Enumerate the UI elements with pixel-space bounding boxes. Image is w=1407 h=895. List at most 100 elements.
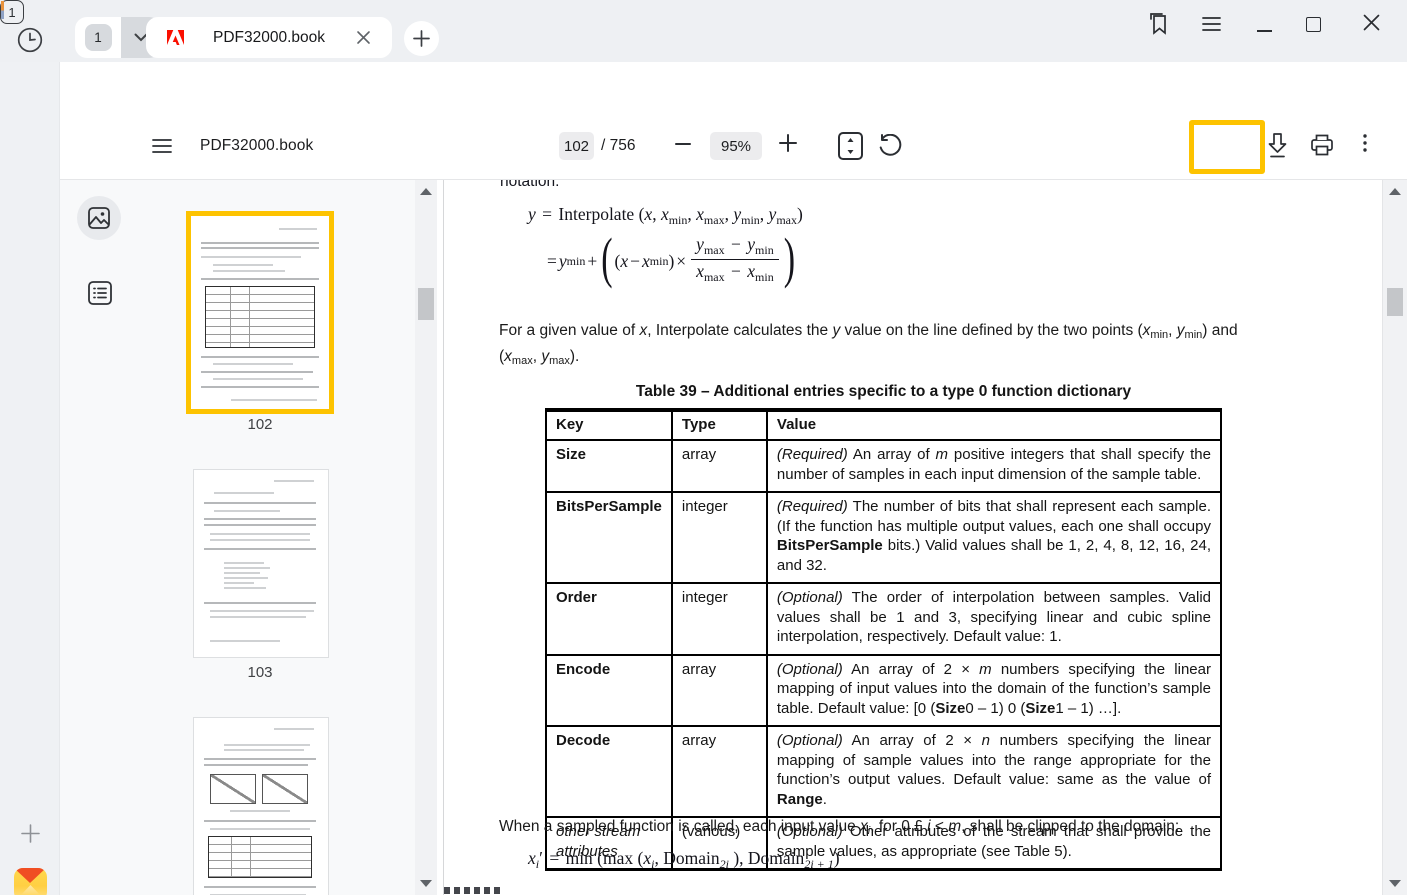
table-39-caption: Table 39 – Additional entries specific t… bbox=[545, 383, 1222, 401]
text-segment: n bbox=[982, 732, 990, 749]
table-39: KeyTypeValue Size array (Required) An array… bbox=[545, 408, 1222, 871]
browser-menu-button[interactable] bbox=[1202, 16, 1221, 32]
formula-token: x bbox=[696, 204, 704, 224]
formula-token: x bbox=[528, 848, 536, 868]
tab-close-icon[interactable] bbox=[356, 30, 371, 45]
table-row: Orderinteger(Optional) The order of inte… bbox=[546, 583, 1221, 655]
thumb-decor bbox=[204, 524, 316, 526]
formula-token: max bbox=[704, 243, 725, 257]
text-segment: , shall be clipped to the domain: bbox=[961, 818, 1179, 835]
formula-token: min bbox=[669, 213, 688, 227]
scrollbar-thumb[interactable] bbox=[418, 288, 434, 320]
thumb-decor bbox=[201, 356, 319, 358]
thumb-decor bbox=[204, 886, 316, 888]
page-number-input[interactable]: 102 bbox=[559, 132, 594, 160]
formula-token: ) bbox=[782, 228, 797, 291]
scroll-down-arrow[interactable] bbox=[1389, 880, 1401, 887]
image-icon bbox=[87, 206, 111, 230]
plus-icon bbox=[413, 30, 430, 47]
thumb-decor bbox=[213, 270, 285, 272]
tab-pdf32000[interactable]: PDF32000.book bbox=[146, 17, 392, 58]
new-tab-button[interactable] bbox=[404, 21, 439, 56]
rail-add-button[interactable] bbox=[21, 824, 40, 843]
thumbnail-page-103[interactable] bbox=[194, 470, 328, 657]
fit-to-page-button[interactable] bbox=[837, 131, 864, 161]
thumbnail-page-102[interactable] bbox=[186, 211, 334, 414]
pdf-more-button[interactable] bbox=[1363, 134, 1367, 152]
text-segment: An array of 2 × bbox=[843, 661, 979, 678]
text-segment: Size bbox=[935, 700, 965, 717]
thumbnail-panel: 101 102 bbox=[60, 180, 437, 895]
scroll-down-arrow[interactable] bbox=[420, 880, 432, 887]
table-cell: (Optional) The order of interpolation be… bbox=[767, 583, 1221, 655]
formula-token: 2i + 1 bbox=[804, 857, 833, 871]
scroll-up-arrow[interactable] bbox=[1389, 188, 1401, 195]
mail-fold-shape bbox=[18, 885, 43, 895]
text-segment: ) and bbox=[1202, 322, 1237, 339]
text-segment: . bbox=[823, 791, 827, 808]
thumb-decor bbox=[204, 758, 316, 760]
thumb-decor bbox=[204, 820, 316, 822]
outline-view-button[interactable] bbox=[87, 280, 113, 306]
scrollbar-thumb[interactable] bbox=[1387, 288, 1403, 316]
thumb-decor bbox=[213, 264, 273, 266]
text-segment: y bbox=[1177, 322, 1185, 339]
browser-window: 1 1 PDF32000.book bbox=[0, 0, 1407, 895]
rotate-button[interactable] bbox=[877, 134, 902, 159]
thumb-mini-figure bbox=[210, 774, 256, 804]
text-segment: The order of interpolation between sampl… bbox=[777, 589, 1211, 645]
thumbnail-page-104[interactable] bbox=[194, 718, 328, 895]
table-header-row: KeyTypeValue bbox=[546, 410, 1221, 440]
list-icon bbox=[87, 280, 113, 306]
bookmarks-panel-button[interactable] bbox=[1146, 12, 1170, 36]
pdf-print-button[interactable] bbox=[1310, 133, 1334, 157]
clipped-line-top: notation: bbox=[500, 180, 559, 193]
thumbnail-view-button[interactable] bbox=[77, 196, 121, 240]
text-segment: (Required) bbox=[777, 446, 848, 463]
paragraph-line: For a given value of x, Interpolate calc… bbox=[499, 322, 1238, 339]
pdf-download-button[interactable] bbox=[1267, 132, 1288, 159]
text-segment: An array of 2 × bbox=[843, 732, 982, 749]
thumb-decor bbox=[214, 492, 274, 494]
thumb-decor bbox=[201, 386, 319, 388]
table-39-wrap: KeyTypeValue Size array (Required) An array… bbox=[545, 408, 1222, 871]
bookmarks-icon bbox=[1146, 12, 1170, 36]
formula-token: , bbox=[652, 204, 661, 224]
formula-token: x bbox=[696, 261, 704, 281]
formula-token: min bbox=[650, 254, 669, 269]
paragraph-line: (xmax, ymax). bbox=[499, 348, 579, 365]
formula-token: x bbox=[747, 261, 755, 281]
window-close-button[interactable] bbox=[1363, 14, 1380, 31]
window-maximize-button[interactable] bbox=[1306, 17, 1321, 32]
formula-token: min bbox=[567, 254, 586, 269]
zoom-out-button[interactable] bbox=[675, 135, 691, 153]
page-scrollbar[interactable] bbox=[1382, 180, 1407, 895]
text-segment: 0 – 1) 0 ( bbox=[965, 700, 1025, 717]
text-segment: When a sampled function is called, each … bbox=[499, 818, 860, 835]
thumb-decor bbox=[204, 602, 316, 604]
window-minimize-button[interactable] bbox=[1257, 30, 1272, 32]
thumb-decor bbox=[210, 539, 310, 541]
formula-token: y bbox=[733, 204, 741, 224]
zoom-in-button[interactable] bbox=[779, 134, 797, 152]
formula-token: y bbox=[559, 251, 567, 272]
yandex-mail-icon[interactable] bbox=[14, 868, 47, 895]
thumb-decor bbox=[224, 572, 260, 574]
thumb-decor bbox=[210, 533, 310, 535]
formula-token: x bbox=[661, 204, 669, 224]
formula-token: ) bbox=[797, 204, 803, 224]
formula-token: y bbox=[528, 204, 536, 224]
table-cell: array bbox=[672, 655, 767, 727]
pdf-sidebar-toggle[interactable] bbox=[152, 138, 172, 154]
text-segment: (Optional) bbox=[777, 732, 843, 749]
formula-interpolate-expanded: = ymin + ((x − xmin) × ymax − yminxmax −… bbox=[545, 236, 797, 287]
text-segment: ). bbox=[570, 348, 579, 365]
browser-toolbar: example.com Example Domain 95% bbox=[60, 62, 1407, 110]
pdf-zoom-level[interactable]: 95% bbox=[710, 132, 762, 160]
history-button[interactable] bbox=[17, 27, 43, 53]
formula-token: x bbox=[642, 251, 650, 272]
thumbnail-scrollbar[interactable] bbox=[415, 180, 437, 895]
thumb-decor bbox=[274, 480, 314, 482]
scroll-up-arrow[interactable] bbox=[420, 188, 432, 195]
formula-token: , bbox=[687, 204, 696, 224]
